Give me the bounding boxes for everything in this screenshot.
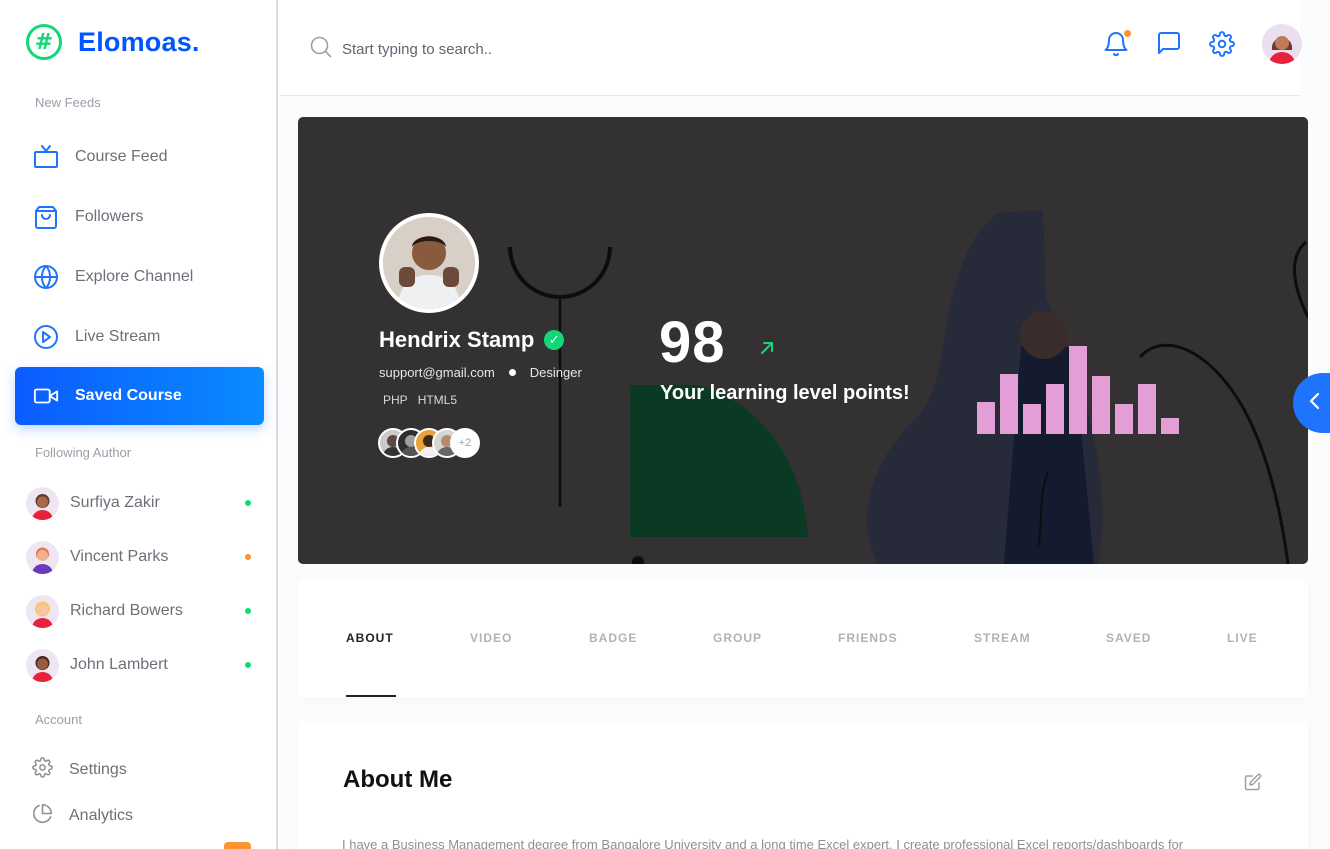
author-item-richard-bowers[interactable]: Richard Bowers bbox=[26, 593, 256, 629]
header-actions bbox=[1103, 24, 1302, 64]
sidebar-item-followers[interactable]: Followers bbox=[15, 188, 264, 246]
about-text: I have a Business Management degree from… bbox=[342, 837, 1184, 849]
profile-role: Desinger bbox=[529, 365, 582, 380]
more-followers-count: +2 bbox=[450, 428, 480, 458]
sidebar-item-label: Live Stream bbox=[75, 328, 161, 345]
chevron-left-icon bbox=[1308, 391, 1322, 416]
video-icon bbox=[33, 383, 59, 409]
top-header: Start typing to search.. bbox=[280, 0, 1302, 96]
gear-icon bbox=[32, 757, 53, 783]
avatar bbox=[26, 540, 59, 574]
sidebar-badge bbox=[224, 842, 251, 849]
nav-caption-following-author: Following Author bbox=[35, 445, 132, 460]
author-name: Vincent Parks bbox=[70, 548, 169, 565]
globe-icon bbox=[33, 264, 59, 290]
status-dot-online bbox=[245, 662, 251, 668]
shopping-bag-icon bbox=[33, 204, 59, 230]
edit-icon[interactable] bbox=[1244, 773, 1262, 796]
separator-dot bbox=[508, 369, 516, 376]
author-item-surfiya-zakir[interactable]: Surfiya Zakir bbox=[26, 485, 256, 521]
section-title: About Me bbox=[343, 766, 453, 793]
user-avatar[interactable] bbox=[1262, 24, 1302, 64]
sidebar: # Elomoas. New Feeds Course Feed Followe… bbox=[0, 0, 278, 849]
tab-group[interactable]: GROUP bbox=[713, 631, 762, 645]
profile-name-row: Hendrix Stamp ✓ bbox=[379, 327, 565, 353]
nav-caption-account: Account bbox=[35, 712, 82, 727]
sidebar-item-label: Settings bbox=[69, 761, 127, 778]
sidebar-item-analytics[interactable]: Analytics bbox=[32, 803, 133, 829]
profile-name: Hendrix Stamp bbox=[379, 327, 535, 352]
avatar bbox=[26, 594, 59, 628]
trend-up-arrow-icon bbox=[758, 339, 776, 362]
author-name: John Lambert bbox=[70, 656, 168, 673]
tab-friends[interactable]: FRIENDS bbox=[838, 631, 898, 645]
app-root: # Elomoas. New Feeds Course Feed Followe… bbox=[0, 0, 1330, 849]
status-dot-online bbox=[245, 608, 251, 614]
search-icon bbox=[310, 36, 332, 63]
author-name: Richard Bowers bbox=[70, 602, 183, 619]
tab-stream[interactable]: STREAM bbox=[974, 631, 1031, 645]
avatar bbox=[26, 486, 59, 520]
avatar bbox=[26, 648, 59, 682]
status-dot-online bbox=[245, 500, 251, 506]
profile-banner: Hendrix Stamp ✓ support@gmail.com Desing… bbox=[298, 117, 1308, 564]
profile-meta: support@gmail.com Desinger bbox=[379, 365, 582, 380]
sidebar-item-live-stream[interactable]: Live Stream bbox=[15, 308, 264, 366]
about-section: About Me I have a Business Management de… bbox=[298, 721, 1308, 849]
follower-avatars[interactable]: +2 bbox=[378, 428, 480, 458]
sidebar-item-label: Followers bbox=[75, 208, 144, 225]
points-value: 98 bbox=[659, 310, 726, 375]
brand-name: Elomoas. bbox=[78, 26, 200, 57]
profile-tags: PHP HTML5 bbox=[383, 393, 457, 407]
sidebar-item-course-feed[interactable]: Course Feed bbox=[15, 128, 264, 186]
author-item-john-lambert[interactable]: John Lambert bbox=[26, 647, 256, 683]
sidebar-item-label: Analytics bbox=[69, 807, 134, 824]
message-icon[interactable] bbox=[1156, 29, 1182, 59]
pie-chart-icon bbox=[32, 803, 53, 829]
bell-icon[interactable] bbox=[1103, 29, 1131, 59]
author-item-vincent-parks[interactable]: Vincent Parks bbox=[26, 539, 256, 575]
search-input[interactable]: Start typing to search.. bbox=[342, 41, 492, 58]
tv-icon bbox=[33, 144, 59, 170]
profile-tabs: ABOUT VIDEO BADGE GROUP FRIENDS STREAM S… bbox=[298, 579, 1308, 698]
active-tab-indicator bbox=[346, 695, 396, 697]
notification-dot bbox=[1124, 30, 1131, 37]
brand-logo[interactable]: # Elomoas. bbox=[26, 24, 200, 60]
tab-video[interactable]: VIDEO bbox=[470, 631, 512, 645]
verified-check-icon: ✓ bbox=[544, 330, 565, 350]
sidebar-item-label: Course Feed bbox=[75, 148, 168, 165]
tab-live[interactable]: LIVE bbox=[1227, 631, 1258, 645]
tag: PHP bbox=[383, 393, 408, 407]
sidebar-item-settings[interactable]: Settings bbox=[32, 757, 127, 783]
profile-email: support@gmail.com bbox=[379, 365, 495, 380]
tag: HTML5 bbox=[417, 393, 458, 407]
sidebar-item-explore-channel[interactable]: Explore Channel bbox=[15, 248, 264, 306]
gear-icon[interactable] bbox=[1209, 29, 1235, 59]
sidebar-item-label: Explore Channel bbox=[75, 268, 194, 285]
profile-photo bbox=[379, 213, 479, 313]
search-bar[interactable]: Start typing to search.. bbox=[310, 36, 492, 63]
status-dot-away bbox=[245, 554, 251, 560]
sidebar-item-saved-course[interactable]: Saved Course bbox=[15, 367, 264, 425]
play-circle-icon bbox=[33, 324, 59, 350]
sidebar-item-label: Saved Course bbox=[75, 387, 182, 404]
logo-hash-icon: # bbox=[26, 24, 62, 60]
author-name: Surfiya Zakir bbox=[70, 494, 160, 511]
nav-caption-new-feeds: New Feeds bbox=[35, 95, 101, 110]
points-label: Your learning level points! bbox=[660, 382, 910, 404]
tab-about[interactable]: ABOUT bbox=[346, 631, 394, 645]
tab-saved[interactable]: SAVED bbox=[1106, 631, 1151, 645]
tab-badge[interactable]: BADGE bbox=[589, 631, 637, 645]
